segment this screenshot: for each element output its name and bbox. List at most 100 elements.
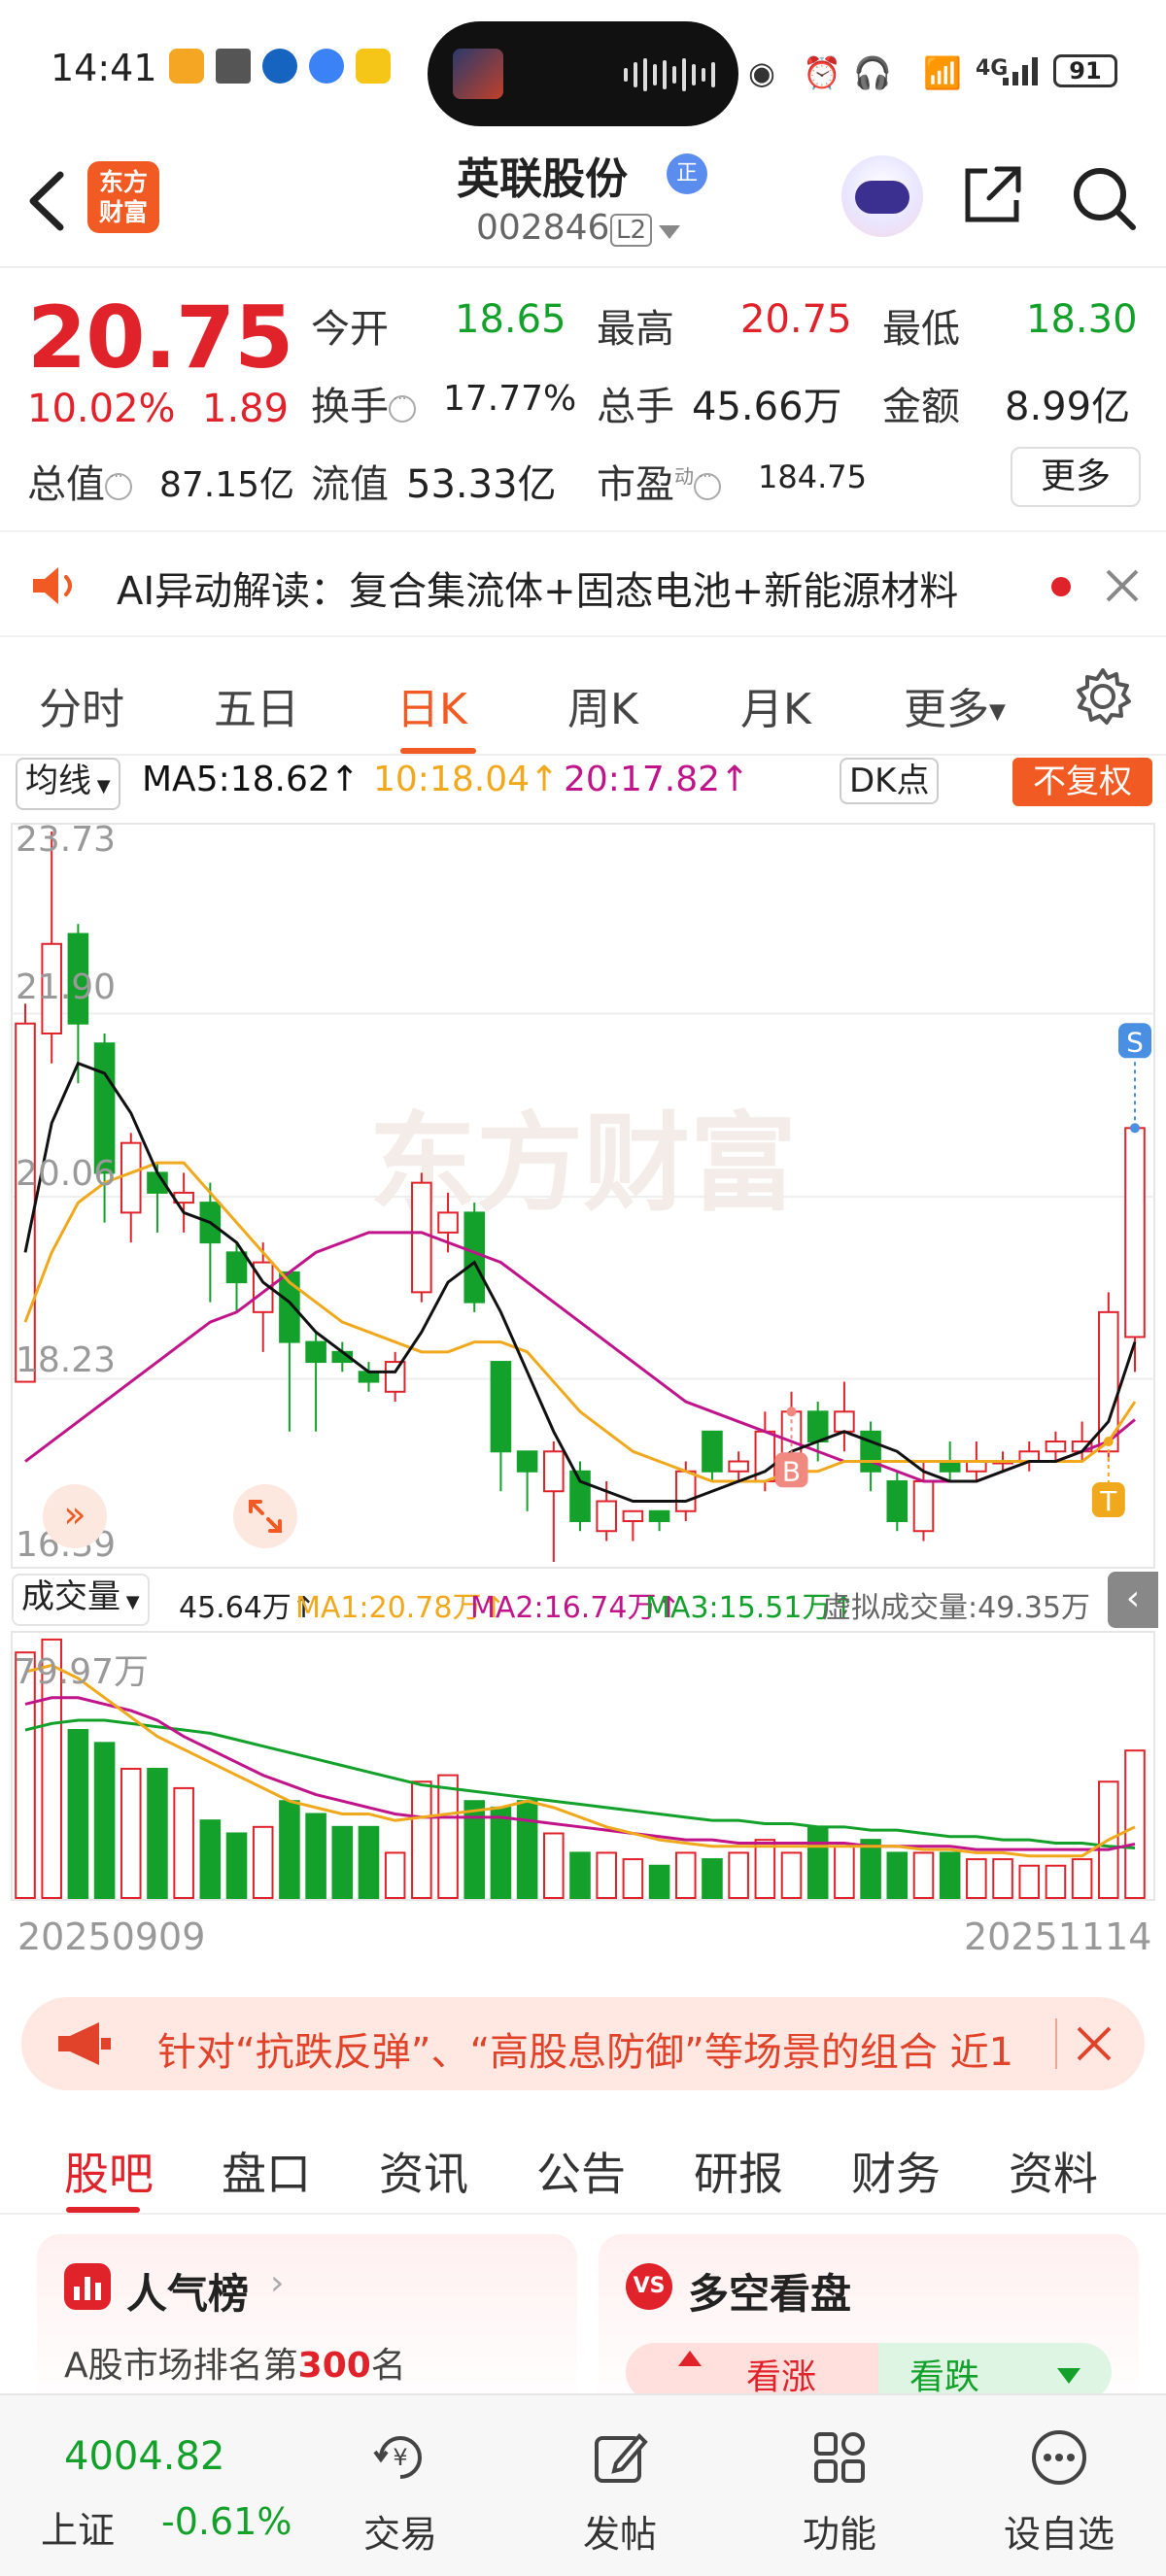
candle[interactable] (1045, 1431, 1067, 1462)
candle-body (305, 1340, 326, 1364)
candle[interactable] (93, 1033, 116, 1223)
volume-bar (173, 1786, 194, 1899)
date-end: 20251114 (964, 1915, 1152, 1958)
candle[interactable] (728, 1451, 749, 1482)
info-icon[interactable] (389, 391, 416, 423)
back-icon[interactable] (19, 167, 78, 235)
ma-legend-bar: 均线 ▼ MA5:18.62↑ 10:18.04↑ 20:17.82↑ DK点 … (0, 754, 1166, 812)
candle[interactable] (305, 1332, 326, 1432)
dynamic-island[interactable] (428, 21, 738, 126)
tab-more[interactable]: 更多▼ (904, 674, 1006, 736)
candle-body (596, 1500, 617, 1533)
volume-bar (569, 1851, 591, 1900)
expand-left-icon[interactable]: » (43, 1484, 107, 1548)
candle-body (622, 1509, 644, 1522)
collapse-panel-icon[interactable]: ‹ (1108, 1572, 1158, 1628)
change-amount: 1.89 (202, 387, 290, 431)
eastmoney-logo[interactable]: 东方 财富 (87, 161, 159, 233)
chart-period-tabs: 分时 五日 日K 周K 月K 更多▼ (0, 641, 1166, 756)
ma5-value: MA5:18.62↑ (142, 760, 360, 799)
info-icon[interactable] (694, 469, 721, 500)
volume-bar (516, 1800, 538, 1900)
candle[interactable] (490, 1361, 512, 1492)
index-value[interactable]: 4004.82 (64, 2434, 224, 2479)
ma-selector[interactable]: 均线 ▼ (16, 758, 120, 810)
candle-body (966, 1460, 987, 1473)
index-name[interactable]: 上证 (41, 2500, 115, 2554)
tab-wuri[interactable]: 五日 (214, 674, 299, 736)
kline-chart[interactable]: 东方财富 BST 23.73 21.90 20.06 18.23 16.39 » (0, 812, 1166, 1570)
app-notification-icon (169, 49, 204, 84)
close-icon[interactable] (1071, 2020, 1117, 2067)
fullscreen-icon[interactable] (233, 1484, 297, 1548)
search-icon[interactable] (1065, 159, 1143, 237)
popularity-card[interactable]: 人气榜 › A股市场排名第300名 (37, 2234, 577, 2409)
watermark: 东方财富 (369, 1102, 797, 1226)
marker-label: S (1126, 1026, 1144, 1058)
volume-selector[interactable]: 成交量 ▼ (12, 1574, 150, 1626)
content-tabs: 股吧 盘口 资讯 公告 研报 财务 资料 (0, 2118, 1166, 2215)
ai-insight-bar[interactable]: AI异动解读：复合集流体+固态电池+新能源材料 (0, 530, 1166, 637)
tab-fenshi[interactable]: 分时 (39, 674, 124, 736)
tab-rik[interactable]: 日K (396, 674, 467, 736)
banner-text: 针对“抗跌反弹”、“高股息防御”等场景的组合 近1 (157, 2030, 1014, 2075)
candle[interactable] (411, 1172, 432, 1303)
yuan-cycle-icon: ¥ (373, 2436, 422, 2479)
adjustment-toggle[interactable]: 不复权 (1012, 758, 1152, 806)
candle[interactable] (516, 1450, 538, 1511)
volume-chart[interactable]: 79.97万 (0, 1630, 1166, 1902)
candle[interactable] (41, 831, 62, 1064)
bottom-navigation: 4004.82 上证 -0.61% ¥ 交易 发帖 功能 设自选 (0, 2393, 1166, 2576)
volume-bar (702, 1858, 723, 1900)
volume-axis-top: 79.97万 (14, 1652, 150, 1692)
candle[interactable] (648, 1509, 670, 1532)
candle[interactable] (622, 1509, 644, 1542)
caret-down-icon: ▼ (989, 699, 1006, 725)
tab-zhouk[interactable]: 周K (567, 674, 638, 736)
tab-yuek[interactable]: 月K (740, 674, 811, 736)
promo-banner[interactable]: 针对“抗跌反弹”、“高股息防御”等场景的组合 近1 (21, 1997, 1145, 2090)
candle[interactable] (1124, 1127, 1146, 1373)
kline-svg[interactable]: 东方财富 B S T (0, 812, 1166, 1570)
candle-body (702, 1430, 723, 1473)
clock: 14:41 (51, 47, 157, 89)
candle[interactable] (543, 1441, 565, 1562)
candle-body (728, 1460, 749, 1473)
candle[interactable] (463, 1203, 486, 1312)
share-icon[interactable] (958, 159, 1028, 229)
bull-button[interactable]: 看涨 (626, 2343, 878, 2401)
candle[interactable] (834, 1381, 855, 1452)
sell-marker[interactable]: S (1118, 1023, 1151, 1134)
bear-button[interactable]: 看跌 (878, 2343, 1112, 2401)
volume-bar (622, 1858, 644, 1900)
level-badge[interactable]: L2 (610, 214, 653, 247)
change-percent: 10.02% (27, 387, 176, 431)
audio-wave-icon (624, 58, 715, 91)
tab-research[interactable]: 研报 (694, 2139, 783, 2203)
tab-news[interactable]: 资讯 (379, 2139, 468, 2203)
more-button[interactable]: 更多 (1011, 447, 1141, 507)
candle[interactable] (886, 1471, 909, 1532)
tab-announcements[interactable]: 公告 (536, 2139, 626, 2203)
candle-body (384, 1361, 406, 1393)
info-icon[interactable] (105, 469, 132, 500)
tab-finance[interactable]: 财务 (851, 2139, 941, 2203)
chevron-down-icon[interactable] (659, 225, 680, 239)
tab-profile[interactable]: 资料 (1009, 2139, 1098, 2203)
candle[interactable] (702, 1430, 723, 1482)
index-change[interactable]: -0.61% (161, 2500, 292, 2543)
dk-point-toggle[interactable]: DK点 (840, 758, 940, 804)
volume-svg[interactable] (0, 1630, 1166, 1902)
tab-pankou[interactable]: 盘口 (222, 2139, 311, 2203)
ai-assistant-avatar[interactable] (841, 155, 923, 237)
candle[interactable] (120, 1133, 142, 1243)
volume-bar (596, 1851, 617, 1900)
candle[interactable] (860, 1421, 881, 1492)
bull-bear-card[interactable]: VS 多空看盘 看涨 看跌 (599, 2234, 1139, 2409)
tab-guba[interactable]: 股吧 (64, 2139, 154, 2203)
close-icon[interactable] (1098, 561, 1147, 610)
ai-insight-text: AI异动解读：复合集流体+固态电池+新能源材料 (117, 569, 959, 614)
candle[interactable] (1018, 1441, 1041, 1472)
gear-icon[interactable] (1073, 666, 1133, 727)
amount-label: 金额 (882, 385, 960, 429)
